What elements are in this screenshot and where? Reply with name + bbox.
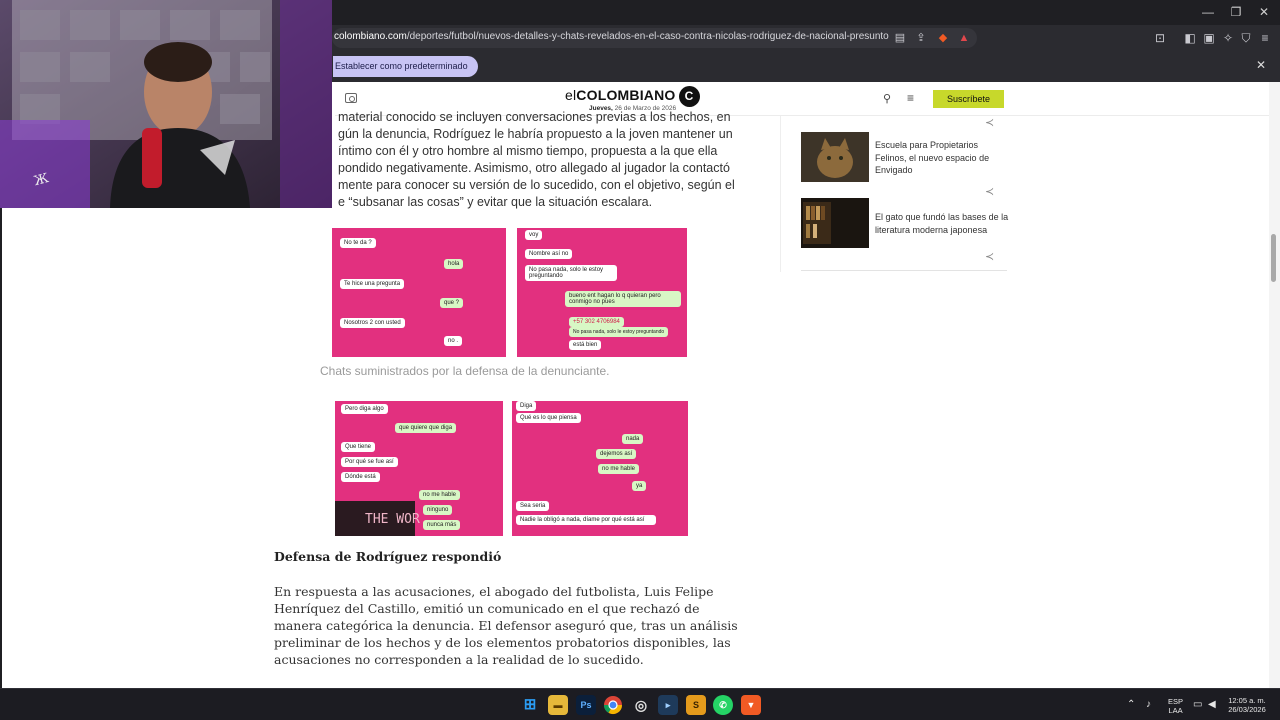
- minimize-button[interactable]: —: [1193, 4, 1223, 21]
- chat-bubble: nada: [622, 434, 644, 444]
- logo-mark-icon: C: [678, 86, 700, 107]
- leo-ai-icon[interactable]: ✧: [1220, 30, 1236, 46]
- chat-screenshot-4[interactable]: Diga Qué es lo que piensa nada dejemos a…: [512, 401, 688, 536]
- restore-button[interactable]: ❐: [1221, 4, 1251, 21]
- url-text: colombiano.com/deportes/futbol/nuevos-de…: [334, 31, 889, 42]
- article-line: e “subsanar las cosas” y evitar que la s…: [338, 195, 653, 209]
- set-default-button[interactable]: Establecer como predeterminado: [333, 56, 478, 77]
- chat-bubble: Por qué se fue así: [341, 457, 398, 467]
- wallet-icon[interactable]: ▣: [1201, 30, 1217, 46]
- chat-bubble: No pasa nada, solo le estoy preguntando: [569, 327, 669, 337]
- chat-screenshot-1[interactable]: No te da ? hola Te hice una pregunta que…: [332, 228, 506, 357]
- reader-mode-icon[interactable]: ▤: [892, 30, 908, 46]
- chat-bubble: nunca más: [423, 520, 461, 530]
- chat-bubble: No pasa nada, solo le estoy preguntando: [525, 265, 617, 281]
- chat-screenshot-2[interactable]: voy Nombre así no No pasa nada, solo le …: [517, 228, 687, 357]
- sidebar-toggle-icon[interactable]: ◧: [1182, 30, 1198, 46]
- microphone-icon[interactable]: ♪: [1146, 699, 1151, 710]
- sublime-icon[interactable]: S: [686, 695, 706, 715]
- chat-bubble: +57 302 4706984: [569, 317, 624, 327]
- chat-bubble: Dónde está: [341, 472, 380, 482]
- article-line: mente para conocer su versión de lo suce…: [338, 178, 735, 192]
- network-icon[interactable]: ▭: [1193, 699, 1202, 710]
- sidebar-divider: [801, 270, 1007, 271]
- article-paragraph: En respuesta a las acusaciones, el aboga…: [274, 584, 738, 667]
- share-icon[interactable]: ≺: [985, 250, 994, 263]
- related-item[interactable]: El gato que fundó las bases de la litera…: [801, 198, 1010, 248]
- infobar-close-icon[interactable]: ✕: [1256, 58, 1266, 72]
- wallpaper-text: THE WOR: [365, 512, 420, 527]
- chat-bubble: Nosotros 2 con usted: [340, 318, 405, 328]
- article-line: íntimo con él y otro hombre al mismo tie…: [338, 144, 718, 158]
- scrollbar-thumb[interactable]: [1271, 234, 1276, 282]
- subscribe-button[interactable]: Suscríbete: [933, 90, 1004, 108]
- bookshelf-photo-icon: [801, 198, 869, 248]
- close-window-button[interactable]: ✕: [1249, 4, 1279, 21]
- chat-bubble: No te da ?: [340, 238, 376, 248]
- chat-bubble: no me hable: [598, 464, 640, 474]
- chat-bubble: voy: [525, 230, 543, 240]
- chat-bubble: dejemos así: [596, 449, 637, 459]
- chat-bubble: Nadie la obligó a nada, díame por qué es…: [516, 515, 656, 525]
- chat-bubble: Te hice una pregunta: [340, 279, 405, 289]
- article-line: gún la denuncia, Rodríguez le habría pro…: [338, 127, 733, 141]
- chat-bubble: Qué es lo que piensa: [516, 413, 581, 423]
- page-scrollbar[interactable]: [1269, 82, 1280, 688]
- whatsapp-icon[interactable]: ✆: [713, 695, 733, 715]
- related-item[interactable]: Escuela para Propietarios Felinos, el nu…: [801, 132, 1007, 182]
- webcam-feed-icon: Ж: [0, 0, 332, 208]
- chat-bubble: Pero diga algo: [341, 404, 388, 414]
- hamburger-menu-icon[interactable]: ≡: [907, 91, 914, 105]
- chat-bubble: que quiere que diga: [395, 423, 457, 433]
- chat-bubble: no .: [444, 336, 463, 346]
- related-item-title[interactable]: Escuela para Propietarios Felinos, el nu…: [875, 139, 1010, 177]
- chat-bubble: Nombre así no: [525, 249, 573, 259]
- terminal-icon[interactable]: ▸: [658, 695, 678, 715]
- chat-bubble: que ?: [440, 298, 464, 308]
- start-menu-icon[interactable]: ⊞: [520, 695, 540, 715]
- obs-icon[interactable]: ◎: [631, 695, 651, 715]
- chat-bubble: Que tiene: [341, 442, 376, 452]
- share-icon[interactable]: ≺: [985, 116, 994, 129]
- search-icon[interactable]: ⚲: [883, 92, 891, 105]
- vpn-icon[interactable]: ⛉: [1238, 30, 1254, 46]
- chrome-icon[interactable]: [603, 695, 623, 715]
- chat-bubble: bueno ent hagan lo q quieran pero conmig…: [565, 291, 681, 307]
- file-explorer-icon[interactable]: ▬: [548, 695, 568, 715]
- windows-taskbar: ⊞ ▬ Ps ◎ ▸ S ✆ ▼ ⌃ ♪ ESP LAA ▭ ◀ 12:05 a.…: [0, 688, 1280, 720]
- related-item-title[interactable]: El gato que fundó las bases de la litera…: [875, 211, 1010, 236]
- url-field[interactable]: colombiano.com/deportes/futbol/nuevos-de…: [332, 28, 977, 48]
- chat-bubble: ya: [632, 481, 647, 491]
- cat-photo-icon: [801, 132, 869, 182]
- webcam-overlay: Ж: [0, 0, 332, 208]
- photoshop-icon[interactable]: Ps: [576, 695, 596, 715]
- brave-rewards-icon[interactable]: ▲: [956, 30, 972, 46]
- article-line: pondido negativamente. Asimismo, otro al…: [338, 161, 730, 175]
- chat-bubble: no me hable: [419, 490, 461, 500]
- related-sidebar: ≺ Escuela para Propietarios Felinos, el …: [780, 116, 1008, 272]
- share-icon[interactable]: ≺: [985, 185, 994, 198]
- chat-bubble: Diga: [516, 401, 537, 411]
- chat-bubble: está bien: [569, 340, 602, 350]
- site-logo[interactable]: elCOLOMBIANO C: [565, 86, 700, 107]
- clock[interactable]: 12:05 a. m. 26/03/2026: [1226, 696, 1268, 714]
- tray-overflow-icon[interactable]: ⌃: [1127, 699, 1135, 710]
- language-indicator[interactable]: ESP LAA: [1168, 697, 1183, 715]
- chat-bubble: Sea seria: [516, 501, 550, 511]
- brave-icon[interactable]: ▼: [741, 695, 761, 715]
- chat-bubble: hola: [444, 259, 464, 269]
- chat-screenshot-3[interactable]: Pero diga algo que quiere que diga Que t…: [335, 401, 503, 536]
- section-heading: Defensa de Rodríguez respondió: [274, 549, 502, 564]
- screenshot-icon[interactable]: ⊡: [1152, 30, 1168, 46]
- camera-icon[interactable]: [345, 93, 357, 103]
- article-line: material conocido se incluyen conversaci…: [338, 110, 731, 124]
- chat-bubble: ninguno: [423, 505, 453, 515]
- volume-icon[interactable]: ◀: [1208, 699, 1216, 710]
- menu-icon[interactable]: ≡: [1257, 30, 1273, 46]
- share-page-icon[interactable]: ⇪: [913, 30, 929, 46]
- image-caption: Chats suministrados por la defensa de la…: [320, 364, 610, 378]
- brave-shields-icon[interactable]: ◆: [935, 30, 951, 46]
